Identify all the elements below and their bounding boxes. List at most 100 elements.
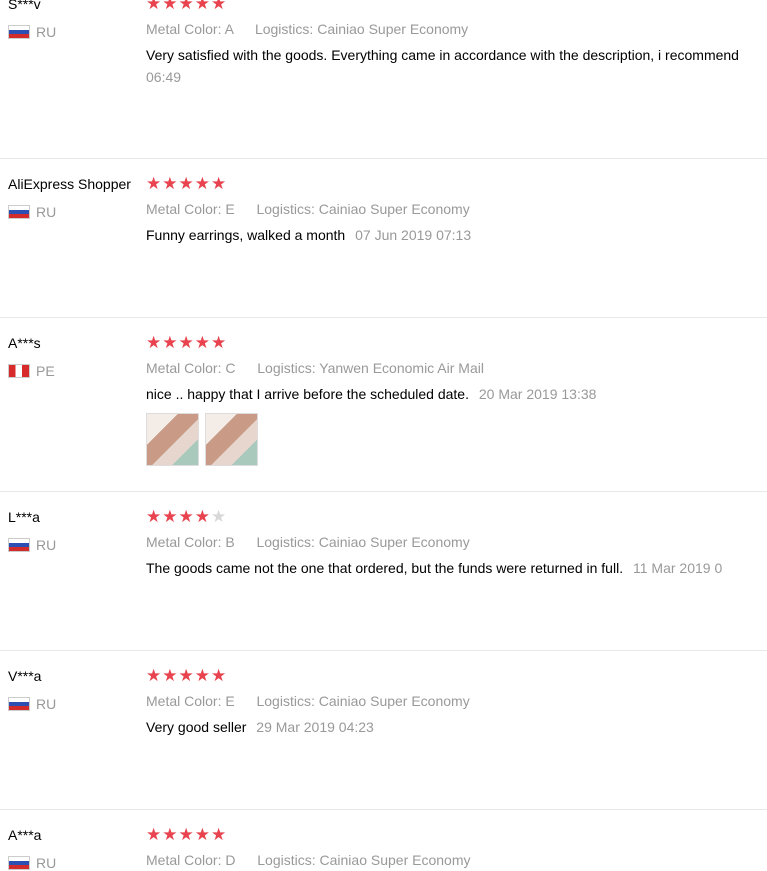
russia-flag-icon (8, 25, 30, 39)
review-text: Very satisfied with the goods. Everythin… (146, 47, 739, 63)
star-icon: ★ (194, 174, 210, 193)
reviewer-name: AliExpress Shopper (8, 176, 131, 192)
star-icon: ★ (211, 825, 227, 844)
star-rating: ★★★★★ (146, 174, 227, 195)
russia-flag-icon (8, 697, 30, 711)
star-rating: ★★★★★ (146, 333, 227, 354)
review-item: AliExpress Shopper RU ★★★★★ Metal Color:… (0, 159, 767, 318)
review-item: V***a RU ★★★★★ Metal Color: E Logistics:… (0, 651, 767, 810)
reviewer-country: PE (8, 363, 55, 379)
star-icon: ★ (162, 174, 178, 193)
review-text: Funny earrings, walked a month (146, 227, 346, 243)
star-icon: ★ (178, 825, 194, 844)
russia-flag-icon (8, 538, 30, 552)
review-date: 20 Mar 2019 13:38 (478, 386, 597, 402)
star-icon: ★ (211, 0, 227, 13)
star-rating: ★★★★★ (146, 825, 227, 846)
review-date: 07 Jun 2019 07:13 (355, 227, 472, 243)
star-icon: ★ (146, 825, 162, 844)
review-date: 06:49 (146, 69, 182, 85)
star-icon: ★ (178, 174, 194, 193)
logistics-value: Cainiao Super Economy (317, 21, 469, 37)
review-photo-thumbnail[interactable] (205, 413, 258, 466)
russia-flag-icon (8, 205, 30, 219)
star-icon: ★ (194, 666, 210, 685)
metal-color-label: Metal Color: (146, 693, 222, 709)
logistics-label: Logistics: (256, 201, 315, 217)
star-empty-icon: ★ (211, 507, 227, 526)
star-rating: ★★★★★ (146, 0, 227, 15)
review-text-line: Very good seller 29 Mar 2019 04:23 (146, 718, 374, 736)
reviewer-name: V***a (8, 668, 42, 684)
metal-color-label: Metal Color: (146, 201, 222, 217)
metal-color-value: B (225, 534, 235, 550)
review-text: The goods came not the one that ordered,… (146, 560, 624, 576)
reviewer-name: S***v (8, 0, 41, 12)
star-rating: ★★★★★ (146, 507, 227, 528)
review-photos (146, 413, 258, 466)
star-icon: ★ (194, 0, 210, 13)
star-icon: ★ (194, 507, 210, 526)
star-icon: ★ (146, 333, 162, 352)
metal-color-label: Metal Color: (146, 534, 222, 550)
star-icon: ★ (162, 0, 178, 13)
logistics-label: Logistics: (257, 360, 316, 376)
order-attributes: Metal Color: E Logistics: Cainiao Super … (146, 692, 470, 710)
review-item: A***s PE ★★★★★ Metal Color: C Logistics:… (0, 318, 767, 492)
review-text-line: nice .. happy that I arrive before the s… (146, 385, 596, 403)
logistics-value: Yanwen Economic Air Mail (319, 360, 484, 376)
order-attributes: Metal Color: A Logistics: Cainiao Super … (146, 20, 468, 38)
logistics-label: Logistics: (256, 534, 315, 550)
star-icon: ★ (146, 507, 162, 526)
country-code: RU (36, 204, 57, 220)
order-attributes: Metal Color: C Logistics: Yanwen Economi… (146, 359, 484, 377)
reviewer-country: RU (8, 696, 56, 712)
logistics-value: Cainiao Super Economy (318, 534, 470, 550)
review-date: 29 Mar 2019 04:23 (256, 719, 374, 735)
country-code: RU (36, 696, 57, 712)
logistics-value: Cainiao Super Economy (319, 852, 471, 868)
star-rating: ★★★★★ (146, 666, 227, 687)
star-icon: ★ (178, 0, 194, 13)
review-item: A***a RU ★★★★★ Metal Color: D Logistics:… (0, 810, 767, 871)
metal-color-value: A (224, 21, 234, 37)
logistics-value: Cainiao Super Economy (318, 201, 470, 217)
country-code: PE (36, 363, 55, 379)
logistics-label: Logistics: (257, 852, 316, 868)
country-code: RU (36, 537, 57, 553)
review-date: 11 Mar 2019 0 (632, 560, 723, 576)
country-code: RU (36, 855, 57, 871)
order-attributes: Metal Color: E Logistics: Cainiao Super … (146, 200, 470, 218)
review-photo-thumbnail[interactable] (146, 413, 199, 466)
star-icon: ★ (194, 825, 210, 844)
star-icon: ★ (146, 174, 162, 193)
star-icon: ★ (178, 507, 194, 526)
star-icon: ★ (146, 0, 162, 13)
country-code: RU (36, 24, 57, 40)
metal-color-value: D (225, 852, 236, 868)
star-icon: ★ (211, 333, 227, 352)
reviewer-country: RU (8, 537, 56, 553)
review-item: S***v RU ★★★★★ Metal Color: A Logistics:… (0, 0, 767, 159)
star-icon: ★ (162, 666, 178, 685)
reviewer-country: RU (8, 855, 56, 871)
star-icon: ★ (178, 333, 194, 352)
star-icon: ★ (178, 666, 194, 685)
star-icon: ★ (194, 333, 210, 352)
reviewer-country: RU (8, 24, 56, 40)
star-icon: ★ (211, 666, 227, 685)
logistics-label: Logistics: (256, 693, 315, 709)
review-text: nice .. happy that I arrive before the s… (146, 386, 469, 402)
metal-color-value: E (225, 693, 235, 709)
reviewer-name: L***a (8, 509, 40, 525)
metal-color-value: E (225, 201, 235, 217)
star-icon: ★ (162, 333, 178, 352)
review-text: Very good seller (146, 719, 247, 735)
review-text-line: The goods came not the one that ordered,… (146, 559, 722, 577)
reviewer-country: RU (8, 204, 56, 220)
reviewer-name: A***a (8, 827, 42, 843)
metal-color-label: Metal Color: (146, 21, 222, 37)
metal-color-label: Metal Color: (146, 852, 222, 868)
star-icon: ★ (162, 825, 178, 844)
metal-color-value: C (225, 360, 236, 376)
